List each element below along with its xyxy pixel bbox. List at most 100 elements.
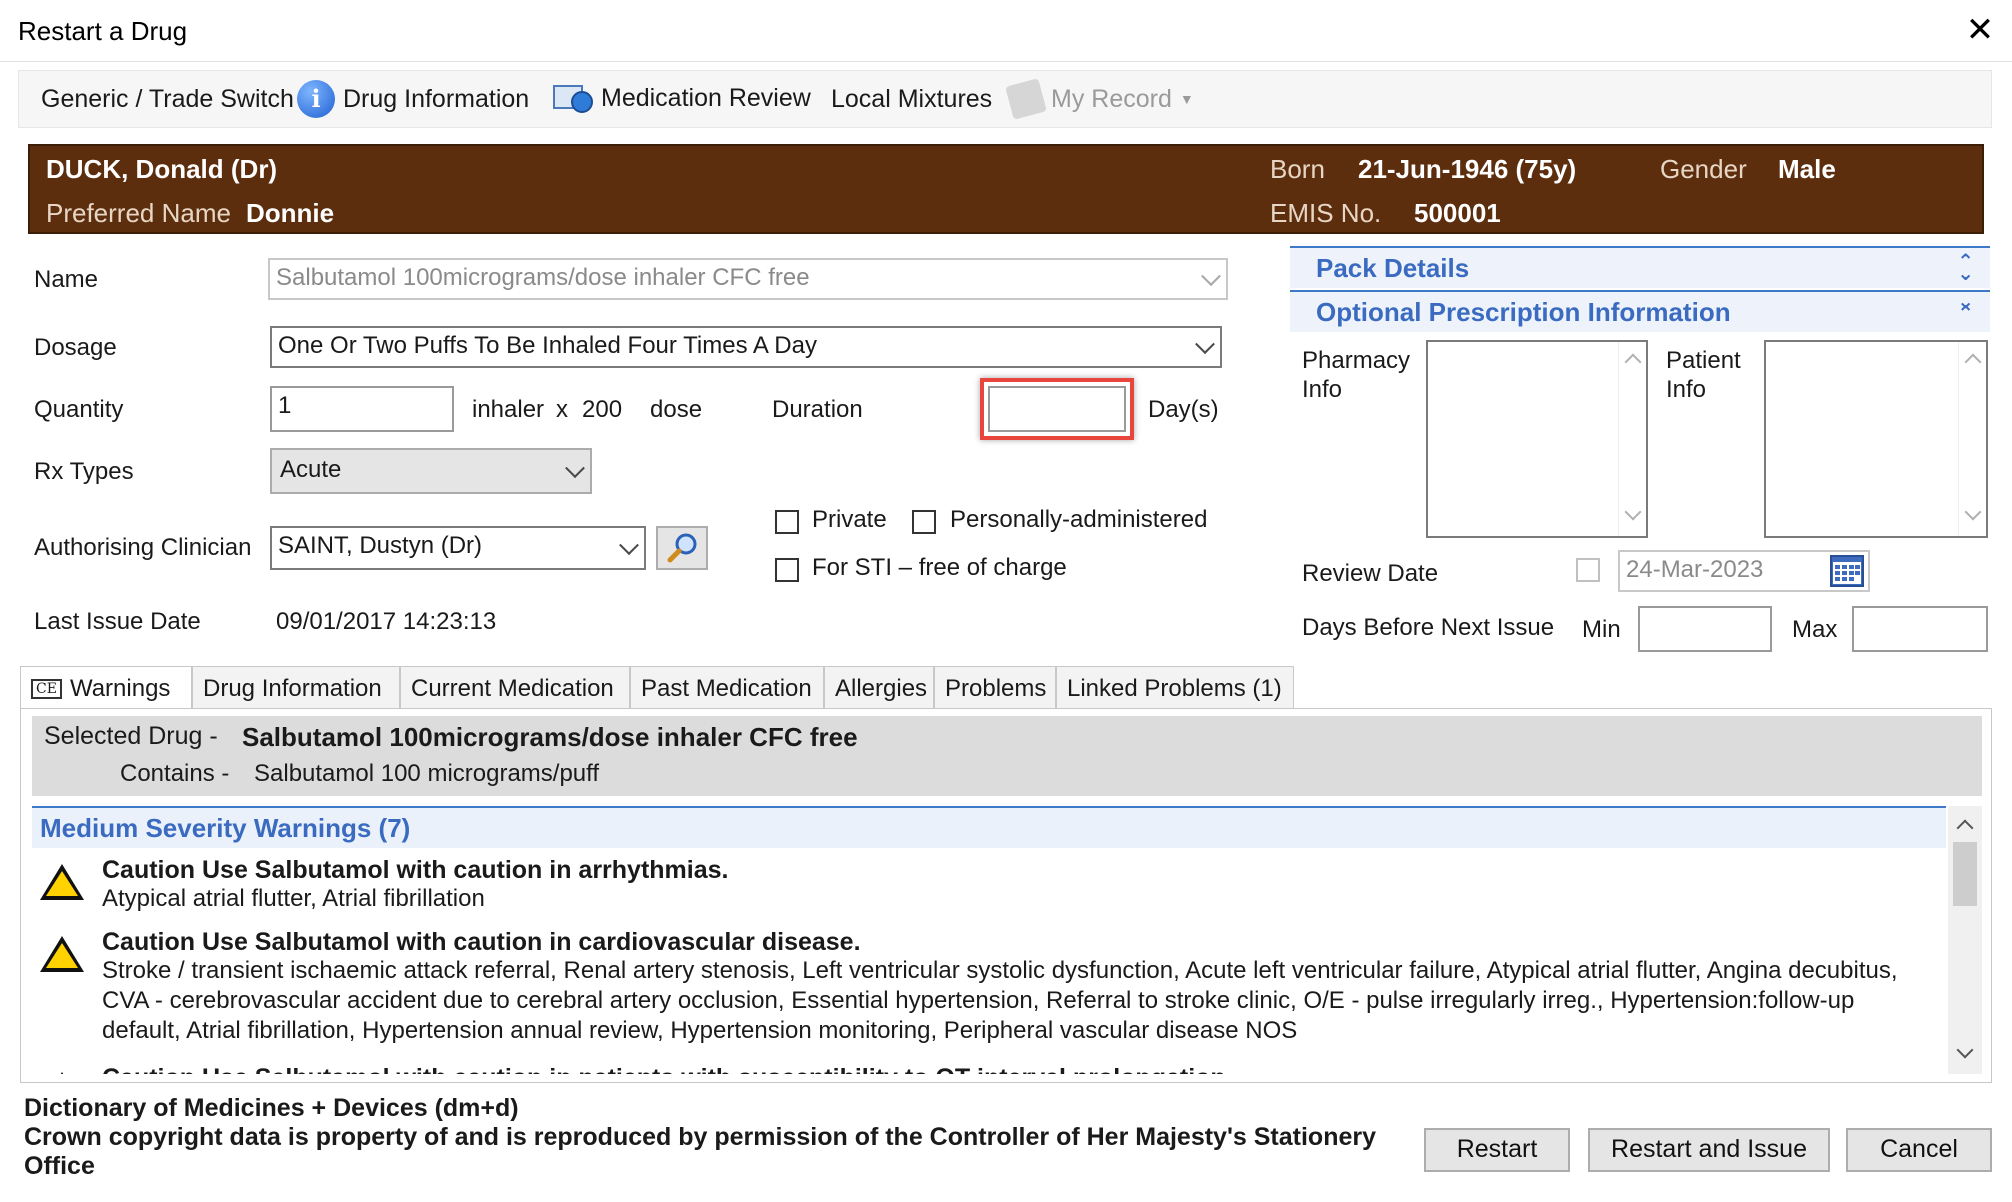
pack-details-header[interactable]: Pack Details ⌃ ⌄ xyxy=(1290,246,1990,288)
scrollbar-thumb[interactable] xyxy=(1953,842,1977,906)
scroll-up-icon[interactable] xyxy=(1956,819,1974,837)
dropdown-arrow-icon: ▼ xyxy=(1179,91,1194,107)
dosage-combo[interactable]: One Or Two Puffs To Be Inhaled Four Time… xyxy=(270,326,1222,368)
warning-triangle-icon xyxy=(40,864,84,900)
collapse-icon: ⌄ ⌃ xyxy=(1957,291,1974,325)
dosage-value: One Or Two Puffs To Be Inhaled Four Time… xyxy=(278,332,817,359)
scroll-down-icon[interactable] xyxy=(1964,503,1982,521)
my-record-button[interactable]: My Record ▼ xyxy=(1005,78,1194,120)
max-label: Max xyxy=(1792,616,1838,643)
quantity-label: Quantity xyxy=(34,396,124,423)
my-record-label: My Record xyxy=(1051,84,1172,113)
scroll-down-icon[interactable] xyxy=(1956,1041,1974,1059)
cancel-button[interactable]: Cancel xyxy=(1846,1128,1992,1172)
dosage-label: Dosage xyxy=(34,334,117,361)
warnings-scrollbar[interactable] xyxy=(1948,806,1982,1074)
chevron-down-icon xyxy=(1195,334,1215,355)
review-date-checkbox[interactable] xyxy=(1576,558,1600,582)
warning-triangle-icon xyxy=(40,936,84,972)
title-bar: Restart a Drug ✕ xyxy=(0,0,2012,62)
personally-administered-label: Personally-administered xyxy=(950,506,1208,533)
drug-name-value: Salbutamol 100micrograms/dose inhaler CF… xyxy=(276,264,810,291)
authorising-clinician-value: SAINT, Dustyn (Dr) xyxy=(278,532,483,559)
days-before-label: Days Before Next Issue xyxy=(1302,614,1555,641)
tab-problems[interactable]: Problems xyxy=(934,666,1056,710)
medium-severity-header: Medium Severity Warnings (7) xyxy=(32,806,1946,848)
preferred-name-label: Preferred Name xyxy=(46,198,231,228)
gender-value: Male xyxy=(1778,154,1836,184)
chevron-down-icon xyxy=(1201,266,1221,287)
max-days-input[interactable] xyxy=(1852,606,1988,652)
gender-label: Gender xyxy=(1660,154,1747,184)
duration-label: Duration xyxy=(772,396,863,423)
scroll-up-icon[interactable] xyxy=(1624,353,1642,371)
authorising-clinician-label: Authorising Clinician xyxy=(34,534,252,561)
warnings-list: Medium Severity Warnings (7) Caution Use… xyxy=(32,806,1982,1074)
medication-review-icon xyxy=(553,83,593,113)
quantity-unit: inhaler xyxy=(472,396,545,423)
local-mixtures-button[interactable]: Local Mixtures xyxy=(831,85,992,114)
scrollbar[interactable] xyxy=(1618,342,1646,536)
restart-button[interactable]: Restart xyxy=(1424,1128,1570,1172)
tab-drug-information[interactable]: Drug Information xyxy=(192,666,400,710)
last-issue-label: Last Issue Date xyxy=(34,608,201,635)
warning-item: Caution Use Salbutamol with caution in p… xyxy=(32,1060,1942,1074)
pharmacy-info-textarea[interactable] xyxy=(1426,340,1648,538)
tab-past-medication[interactable]: Past Medication xyxy=(630,666,824,710)
tab-linked-problems[interactable]: Linked Problems (1) xyxy=(1056,666,1294,710)
warning-title: Caution Use Salbutamol with caution in a… xyxy=(102,856,729,884)
patient-banner: DUCK, Donald (Dr) Preferred Name Donnie … xyxy=(28,144,1984,234)
chevron-down-icon xyxy=(619,535,639,556)
quantity-times: x xyxy=(556,396,568,423)
private-checkbox[interactable] xyxy=(775,510,799,534)
drug-name-combo[interactable]: Salbutamol 100micrograms/dose inhaler CF… xyxy=(268,258,1228,300)
restart-and-issue-button[interactable]: Restart and Issue xyxy=(1588,1128,1830,1172)
pharmacy-info-label: Pharmacy Info xyxy=(1302,347,1411,403)
ce-badge-icon: CE xyxy=(31,679,62,699)
scroll-down-icon[interactable] xyxy=(1624,503,1642,521)
local-mixtures-label: Local Mixtures xyxy=(831,85,993,113)
rx-types-label: Rx Types xyxy=(34,458,134,485)
calendar-icon[interactable] xyxy=(1830,555,1864,587)
search-icon xyxy=(667,533,697,563)
warning-body: Stroke / transient ischaemic attack refe… xyxy=(102,957,1898,1044)
optional-info-header[interactable]: Optional Prescription Information ⌄ ⌃ xyxy=(1290,290,1990,332)
patient-info-label: Patient Info xyxy=(1666,347,1741,403)
quantity-dose: dose xyxy=(650,396,703,423)
review-date-label: Review Date xyxy=(1302,560,1439,587)
review-date-input[interactable]: 24-Mar-2023 xyxy=(1618,550,1870,592)
expand-icon: ⌃ ⌄ xyxy=(1957,251,1974,285)
window-title: Restart a Drug xyxy=(18,16,188,46)
min-label: Min xyxy=(1582,616,1621,643)
min-days-input[interactable] xyxy=(1638,606,1772,652)
duration-highlight xyxy=(980,378,1134,440)
copyright-line-2: Crown copyright data is property of and … xyxy=(24,1123,1377,1180)
scrollbar[interactable] xyxy=(1958,342,1986,536)
patient-info-textarea[interactable] xyxy=(1764,340,1988,538)
warning-item: Caution Use Salbutamol with caution in a… xyxy=(32,852,1942,922)
drug-information-button[interactable]: i Drug Information xyxy=(297,80,529,118)
close-icon[interactable]: ✕ xyxy=(1958,10,2002,50)
sti-checkbox[interactable] xyxy=(775,558,799,582)
copyright-notice: Dictionary of Medicines + Devices (dm+d)… xyxy=(24,1094,1384,1181)
tab-allergies[interactable]: Allergies xyxy=(824,666,934,710)
quantity-input[interactable]: 1 xyxy=(270,386,454,432)
emis-label: EMIS No. xyxy=(1270,198,1382,228)
generic-trade-switch-button[interactable]: Generic / Trade Switch xyxy=(41,85,294,114)
scroll-up-icon[interactable] xyxy=(1964,353,1982,371)
tab-current-medication[interactable]: Current Medication xyxy=(400,666,630,710)
rx-types-select[interactable]: Acute xyxy=(270,448,592,494)
medication-review-label: Medication Review xyxy=(601,83,811,112)
personally-administered-checkbox[interactable] xyxy=(912,510,936,534)
contains-value: Salbutamol 100 micrograms/puff xyxy=(254,760,600,787)
selected-drug-label: Selected Drug - xyxy=(44,722,218,750)
tab-warnings[interactable]: CE Warnings xyxy=(20,666,192,712)
born-value: 21-Jun-1946 (75y) xyxy=(1358,154,1577,184)
review-date-value: 24-Mar-2023 xyxy=(1626,556,1764,583)
name-label: Name xyxy=(34,266,99,293)
warning-triangle-icon xyxy=(40,1072,84,1074)
medication-review-button[interactable]: Medication Review xyxy=(553,83,811,113)
last-issue-value: 09/01/2017 14:23:13 xyxy=(276,608,497,635)
search-clinician-button[interactable] xyxy=(656,526,708,570)
authorising-clinician-combo[interactable]: SAINT, Dustyn (Dr) xyxy=(270,526,646,570)
